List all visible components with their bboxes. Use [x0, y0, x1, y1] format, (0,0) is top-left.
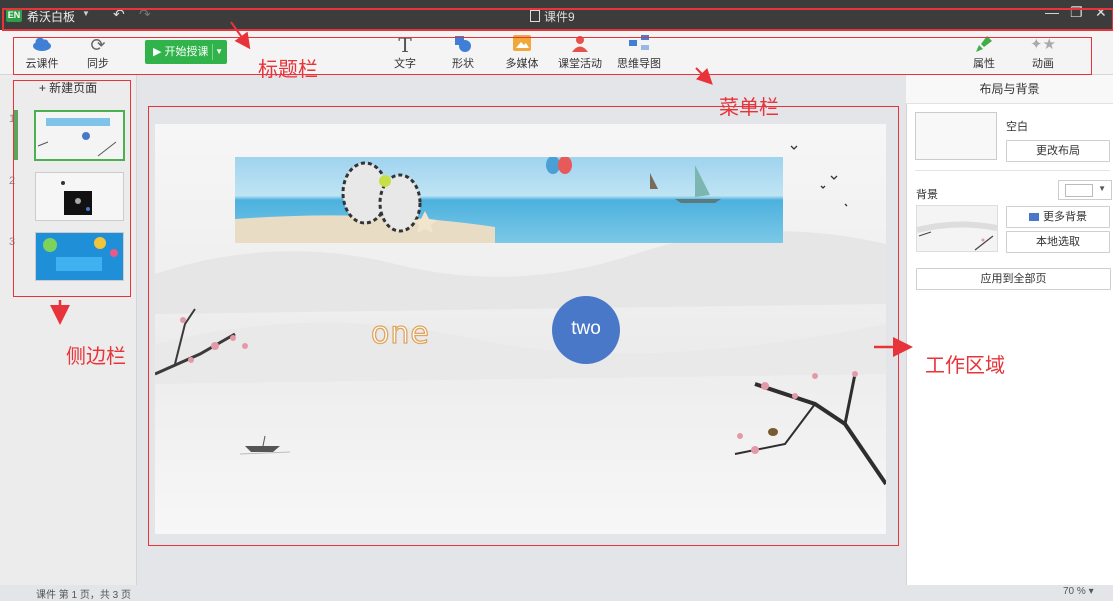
- title-bar-highlight: [2, 8, 1113, 31]
- status-bar: [0, 585, 1113, 596]
- background-preview[interactable]: [916, 205, 998, 252]
- zoom-control[interactable]: 70 % ▾: [1063, 586, 1094, 597]
- divider: [915, 170, 1110, 171]
- change-layout-button[interactable]: 更改布局: [1006, 140, 1110, 162]
- apply-to-all-button[interactable]: 应用到全部页: [916, 268, 1111, 290]
- color-swatch: [1065, 184, 1093, 197]
- more-backgrounds-button[interactable]: 更多背景: [1006, 206, 1110, 228]
- work-area-highlight: [148, 106, 899, 546]
- chevron-down-icon: ▼: [1098, 184, 1106, 193]
- page-status: 课件 第 1 页，共 3 页: [36, 590, 132, 601]
- layout-background-tab[interactable]: 布局与背景: [906, 75, 1113, 104]
- title-bar-annotation: 标题栏: [258, 57, 318, 81]
- layout-preview: [915, 112, 997, 160]
- menu-bar-highlight: [13, 37, 1092, 75]
- layout-name: 空白: [1006, 121, 1028, 133]
- image-icon: [1029, 213, 1039, 221]
- sidebar-annotation: 侧边栏: [66, 344, 126, 368]
- background-label: 背景: [916, 189, 938, 201]
- sidebar-highlight: [13, 80, 131, 297]
- work-area-annotation: 工作区域: [925, 353, 1005, 377]
- more-backgrounds-label: 更多背景: [1043, 211, 1087, 223]
- local-pick-button[interactable]: 本地选取: [1006, 231, 1110, 253]
- background-color-picker[interactable]: ▼: [1058, 180, 1112, 200]
- menu-bar-annotation: 菜单栏: [719, 95, 779, 119]
